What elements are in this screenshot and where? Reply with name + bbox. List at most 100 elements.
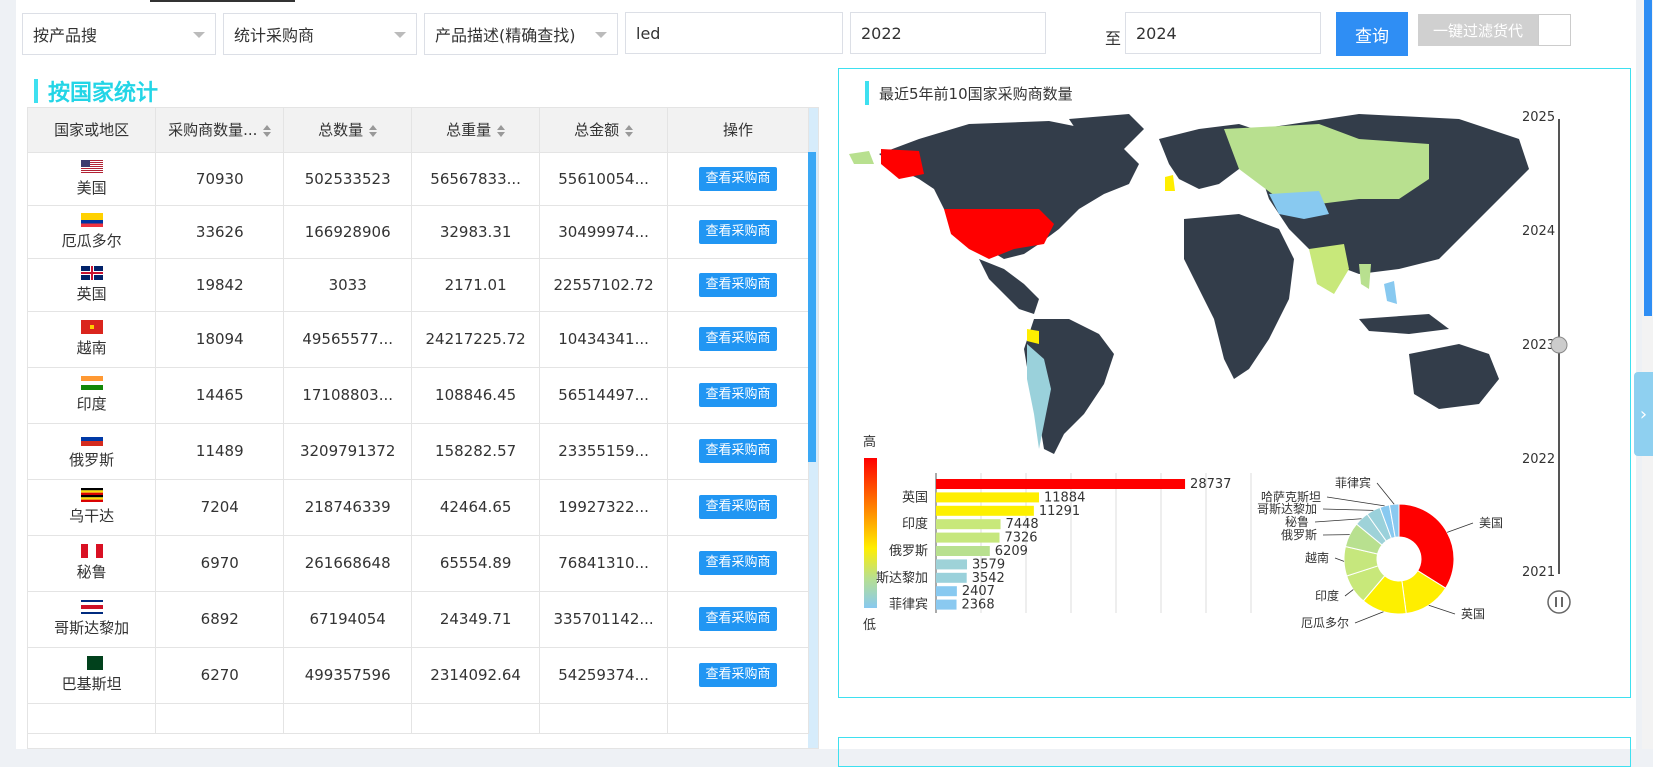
cell-quantity: 499357596: [284, 647, 412, 703]
cell-weight: 24349.71: [412, 591, 540, 647]
col-quantity-label: 总数量: [318, 121, 363, 139]
timeline-year-label[interactable]: 2022: [1522, 452, 1555, 467]
bar[interactable]: [936, 559, 967, 569]
year-from-input[interactable]: 2022: [850, 12, 1046, 54]
view-buyers-button[interactable]: 查看采购商: [699, 383, 777, 407]
bar[interactable]: [936, 573, 967, 583]
bar[interactable]: [936, 586, 957, 596]
col-action-label: 操作: [723, 121, 753, 139]
country-name: 哥斯达黎加: [54, 619, 129, 637]
cell-empty: [28, 703, 156, 733]
pie-label-line: [1315, 519, 1362, 522]
pie-slice-label: 哈萨克斯坦: [1261, 490, 1321, 504]
cell-country: 乌干达: [28, 479, 156, 535]
cell-amount: 56514497...: [540, 367, 668, 423]
cell-action: 查看采购商: [668, 311, 809, 367]
cell-buyers: 7204: [156, 479, 284, 535]
side-expand-button[interactable]: ›: [1634, 372, 1653, 456]
bar[interactable]: [936, 492, 1039, 502]
table-row: 美国7093050253352356567833...55610054...查看…: [28, 152, 809, 205]
pie-label-line: [1355, 612, 1383, 623]
country-name: 俄罗斯: [69, 451, 114, 469]
search-field-select[interactable]: 产品描述(精确查找): [424, 13, 618, 55]
view-buyers-button[interactable]: 查看采购商: [699, 607, 777, 631]
cell-empty: [540, 703, 668, 733]
cell-weight: 42464.65: [412, 479, 540, 535]
alaska-shape: [881, 149, 924, 179]
cell-amount: 335701142...: [540, 591, 668, 647]
col-amount[interactable]: 总金额: [540, 108, 668, 152]
cell-buyers: 14465: [156, 367, 284, 423]
sort-icon[interactable]: [369, 125, 377, 137]
col-weight-label: 总重量: [446, 121, 491, 139]
sort-icon[interactable]: [625, 125, 633, 137]
query-button[interactable]: 查询: [1336, 12, 1408, 56]
view-buyers-button[interactable]: 查看采购商: [699, 273, 777, 297]
flag-gb-icon: [81, 266, 103, 280]
col-buyers[interactable]: 采购商数量...: [156, 108, 284, 152]
pie-label-line: [1429, 605, 1455, 614]
cell-quantity: 17108803...: [284, 367, 412, 423]
bar[interactable]: [936, 546, 990, 556]
cell-country: 印度: [28, 367, 156, 423]
search-mode-select[interactable]: 按产品搜: [22, 13, 216, 55]
pie-label-line: [1335, 558, 1344, 561]
cell-amount: 10434341...: [540, 311, 668, 367]
year-timeline: 2025 2024 2023 2022 2021: [1522, 110, 1570, 613]
view-buyers-button[interactable]: 查看采购商: [699, 167, 777, 191]
view-buyers-button[interactable]: 查看采购商: [699, 327, 777, 351]
keyword-value: led: [636, 24, 660, 43]
pie-label-line: [1327, 497, 1385, 506]
view-buyers-button[interactable]: 查看采购商: [699, 495, 777, 519]
bar[interactable]: [936, 506, 1034, 516]
table-row: 厄瓜多尔3362616692890632983.3130499974...查看采…: [28, 205, 809, 258]
timeline-year-label[interactable]: 2025: [1522, 110, 1555, 125]
cell-country: 英国: [28, 258, 156, 311]
cell-quantity: 49565577...: [284, 311, 412, 367]
country-name: 乌干达: [69, 507, 114, 525]
view-buyers-button[interactable]: 查看采购商: [699, 220, 777, 244]
pie-slice-label: 越南: [1305, 550, 1329, 565]
col-weight[interactable]: 总重量: [412, 108, 540, 152]
bar[interactable]: [936, 600, 957, 610]
col-buyers-label: 采购商数量...: [168, 121, 257, 139]
bar[interactable]: [936, 533, 999, 543]
sort-icon[interactable]: [263, 125, 271, 137]
cell-action: 查看采购商: [668, 479, 809, 535]
page-scroll-thumb[interactable]: [1644, 0, 1652, 316]
view-buyers-button[interactable]: 查看采购商: [699, 551, 777, 575]
table-scroll-thumb[interactable]: [808, 152, 816, 462]
bar[interactable]: [936, 519, 1001, 529]
col-quantity[interactable]: 总数量: [284, 108, 412, 152]
bar-chart: 2873711884英国112917448印度73266209俄罗斯357935…: [876, 473, 1251, 613]
pie-slice-label: 印度: [1315, 588, 1339, 603]
timeline-year-label[interactable]: 2023: [1522, 338, 1555, 353]
view-buyers-button[interactable]: 查看采购商: [699, 663, 777, 687]
keyword-input[interactable]: led: [625, 12, 843, 54]
timeline-current-marker[interactable]: [1551, 337, 1567, 353]
india-shape: [1309, 244, 1349, 294]
bar[interactable]: [936, 479, 1185, 489]
filter-forwarders-button[interactable]: 一键过滤货代: [1418, 14, 1538, 46]
timeline-year-label[interactable]: 2024: [1522, 224, 1555, 239]
timeline-year-label[interactable]: 2021: [1522, 565, 1555, 580]
table-row: 俄罗斯114893209791372158282.5723355159...查看…: [28, 423, 809, 479]
cell-amount: 54259374...: [540, 647, 668, 703]
cell-buyers: 19842: [156, 258, 284, 311]
pie-label-line: [1323, 509, 1373, 510]
stat-type-select[interactable]: 统计采购商: [223, 13, 417, 55]
bar-category-label: 菲律宾: [889, 597, 928, 613]
table-row: 印度1446517108803...108846.4556514497...查看…: [28, 367, 809, 423]
cell-country: 秘鲁: [28, 535, 156, 591]
chevron-down-icon: [193, 32, 205, 38]
cell-country: 厄瓜多尔: [28, 205, 156, 258]
filter-toggle[interactable]: [1538, 14, 1571, 46]
sort-icon[interactable]: [497, 125, 505, 137]
pause-icon[interactable]: [1548, 591, 1570, 613]
view-buyers-button[interactable]: 查看采购商: [699, 439, 777, 463]
greenland-shape: [849, 151, 874, 164]
pie-label-line: [1345, 590, 1353, 596]
cell-weight: 2171.01: [412, 258, 540, 311]
year-to-input[interactable]: 2024: [1125, 12, 1321, 54]
pie-slice[interactable]: [1399, 504, 1454, 588]
